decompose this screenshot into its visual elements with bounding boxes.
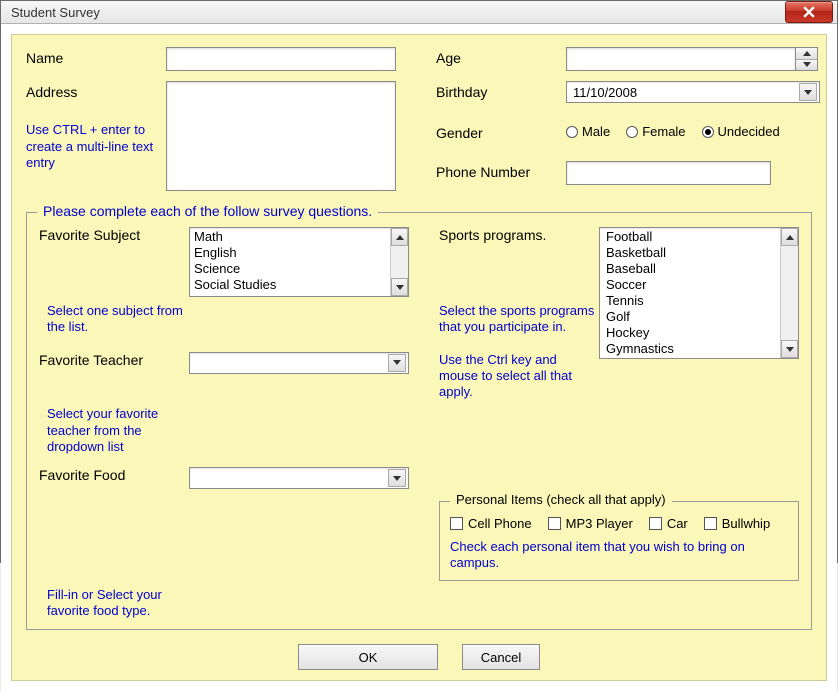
fav-teacher-hint: Select your favorite teacher from the dr… — [39, 406, 189, 455]
radio-icon — [626, 126, 638, 138]
subject-items: Math English Science Social Studies — [190, 228, 390, 296]
age-spinner[interactable] — [796, 47, 818, 71]
gender-male-radio[interactable]: Male — [566, 124, 610, 139]
list-item[interactable]: Basketball — [606, 245, 774, 261]
chk-car[interactable]: Car — [649, 516, 688, 531]
subject-scrollbar[interactable] — [390, 228, 408, 296]
name-input[interactable] — [166, 47, 396, 71]
survey-legend: Please complete each of the follow surve… — [37, 203, 378, 219]
age-input[interactable] — [566, 47, 796, 71]
fav-teacher-combo[interactable] — [189, 352, 409, 374]
list-item[interactable]: Social Studies — [194, 277, 386, 293]
chevron-up-icon — [786, 235, 794, 240]
top-grid: Name Age Address Birthday — [26, 47, 812, 194]
list-item[interactable]: Golf — [606, 309, 774, 325]
scroll-down[interactable] — [391, 278, 408, 296]
checkbox-icon — [548, 517, 561, 530]
chevron-down-icon — [804, 90, 812, 95]
birthday-picker[interactable]: 11/10/2008 — [566, 81, 820, 103]
dialog-window: Student Survey Name Age Ad — [0, 0, 838, 563]
phone-input[interactable] — [566, 161, 771, 185]
list-item[interactable]: Baseball — [606, 261, 774, 277]
birthday-label: Birthday — [436, 81, 566, 100]
chevron-down-icon — [803, 62, 811, 67]
radio-icon — [702, 126, 714, 138]
titlebar: Student Survey — [1, 1, 837, 24]
teacher-dropdown-button[interactable] — [388, 354, 406, 372]
list-item[interactable]: Football — [606, 229, 774, 245]
list-item[interactable]: Science — [194, 261, 386, 277]
scroll-track[interactable] — [781, 246, 798, 340]
sports-items: Football Basketball Baseball Soccer Tenn… — [600, 228, 780, 358]
spinner-down[interactable] — [796, 60, 817, 71]
scroll-down[interactable] — [781, 340, 798, 358]
sports-listbox[interactable]: Football Basketball Baseball Soccer Tenn… — [599, 227, 799, 359]
scroll-up[interactable] — [391, 228, 408, 246]
close-icon — [803, 6, 815, 18]
personal-items-legend: Personal Items (check all that apply) — [450, 492, 672, 507]
sports-hint1: Select the sports programs that you part… — [439, 303, 599, 336]
sports-scrollbar[interactable] — [780, 228, 798, 358]
close-button[interactable] — [785, 1, 833, 23]
fav-teacher-label: Favorite Teacher — [39, 342, 189, 401]
dialog-buttons: OK Cancel — [26, 644, 812, 670]
birthday-dropdown-button[interactable] — [799, 83, 817, 101]
gender-radios: Male Female Undecided — [566, 122, 820, 139]
window-title: Student Survey — [11, 5, 785, 20]
name-label: Name — [26, 47, 166, 66]
list-item[interactable]: Math — [194, 229, 386, 245]
gender-undecided-radio[interactable]: Undecided — [702, 124, 780, 139]
birthday-value: 11/10/2008 — [573, 85, 799, 100]
chevron-up-icon — [396, 235, 404, 240]
personal-items-hint: Check each personal item that you wish t… — [450, 539, 788, 572]
survey-groupbox: Please complete each of the follow surve… — [26, 212, 812, 630]
checkbox-icon — [704, 517, 717, 530]
spinner-up[interactable] — [796, 48, 817, 60]
fav-food-combo[interactable] — [189, 467, 409, 489]
checkbox-icon — [649, 517, 662, 530]
scroll-up[interactable] — [781, 228, 798, 246]
radio-icon — [566, 126, 578, 138]
list-item[interactable]: Soccer — [606, 277, 774, 293]
scroll-track[interactable] — [391, 246, 408, 278]
list-item[interactable]: Gymnastics — [606, 341, 774, 357]
client-area: Name Age Address Birthday — [1, 24, 837, 691]
list-item[interactable]: Hockey — [606, 325, 774, 341]
fav-food-label: Favorite Food — [39, 461, 189, 489]
gender-label: Gender — [436, 122, 566, 141]
phone-label: Phone Number — [436, 161, 566, 180]
chk-bullwhip[interactable]: Bullwhip — [704, 516, 770, 531]
chevron-down-icon — [393, 476, 401, 481]
chk-mp3[interactable]: MP3 Player — [548, 516, 633, 531]
age-label: Age — [436, 47, 566, 66]
chevron-up-icon — [803, 51, 811, 56]
address-label: Address — [26, 81, 166, 100]
ok-button[interactable]: OK — [298, 644, 438, 670]
chevron-down-icon — [393, 360, 401, 365]
fav-food-hint: Fill-in or Select your favorite food typ… — [39, 587, 189, 620]
cancel-button[interactable]: Cancel — [462, 644, 540, 670]
chevron-down-icon — [786, 347, 794, 352]
address-hint: Use CTRL + enter to create a multi-line … — [26, 122, 166, 171]
fav-subject-hint: Select one subject from the list. — [39, 303, 189, 336]
chevron-down-icon — [396, 285, 404, 290]
gender-female-radio[interactable]: Female — [626, 124, 685, 139]
survey-grid: Favorite Subject Math English Science So… — [39, 227, 799, 619]
sports-label: Sports programs. — [439, 227, 599, 297]
list-item[interactable]: Tennis — [606, 293, 774, 309]
fav-subject-label: Favorite Subject — [39, 227, 189, 297]
sports-hint2: Use the Ctrl key and mouse to select all… — [439, 342, 599, 401]
personal-items-groupbox: Personal Items (check all that apply) Ce… — [439, 501, 799, 581]
form-panel: Name Age Address Birthday — [11, 34, 827, 681]
address-input[interactable] — [166, 81, 396, 191]
chk-cellphone[interactable]: Cell Phone — [450, 516, 532, 531]
food-dropdown-button[interactable] — [388, 469, 406, 487]
fav-subject-listbox[interactable]: Math English Science Social Studies — [189, 227, 409, 297]
checkbox-icon — [450, 517, 463, 530]
list-item[interactable]: English — [194, 245, 386, 261]
